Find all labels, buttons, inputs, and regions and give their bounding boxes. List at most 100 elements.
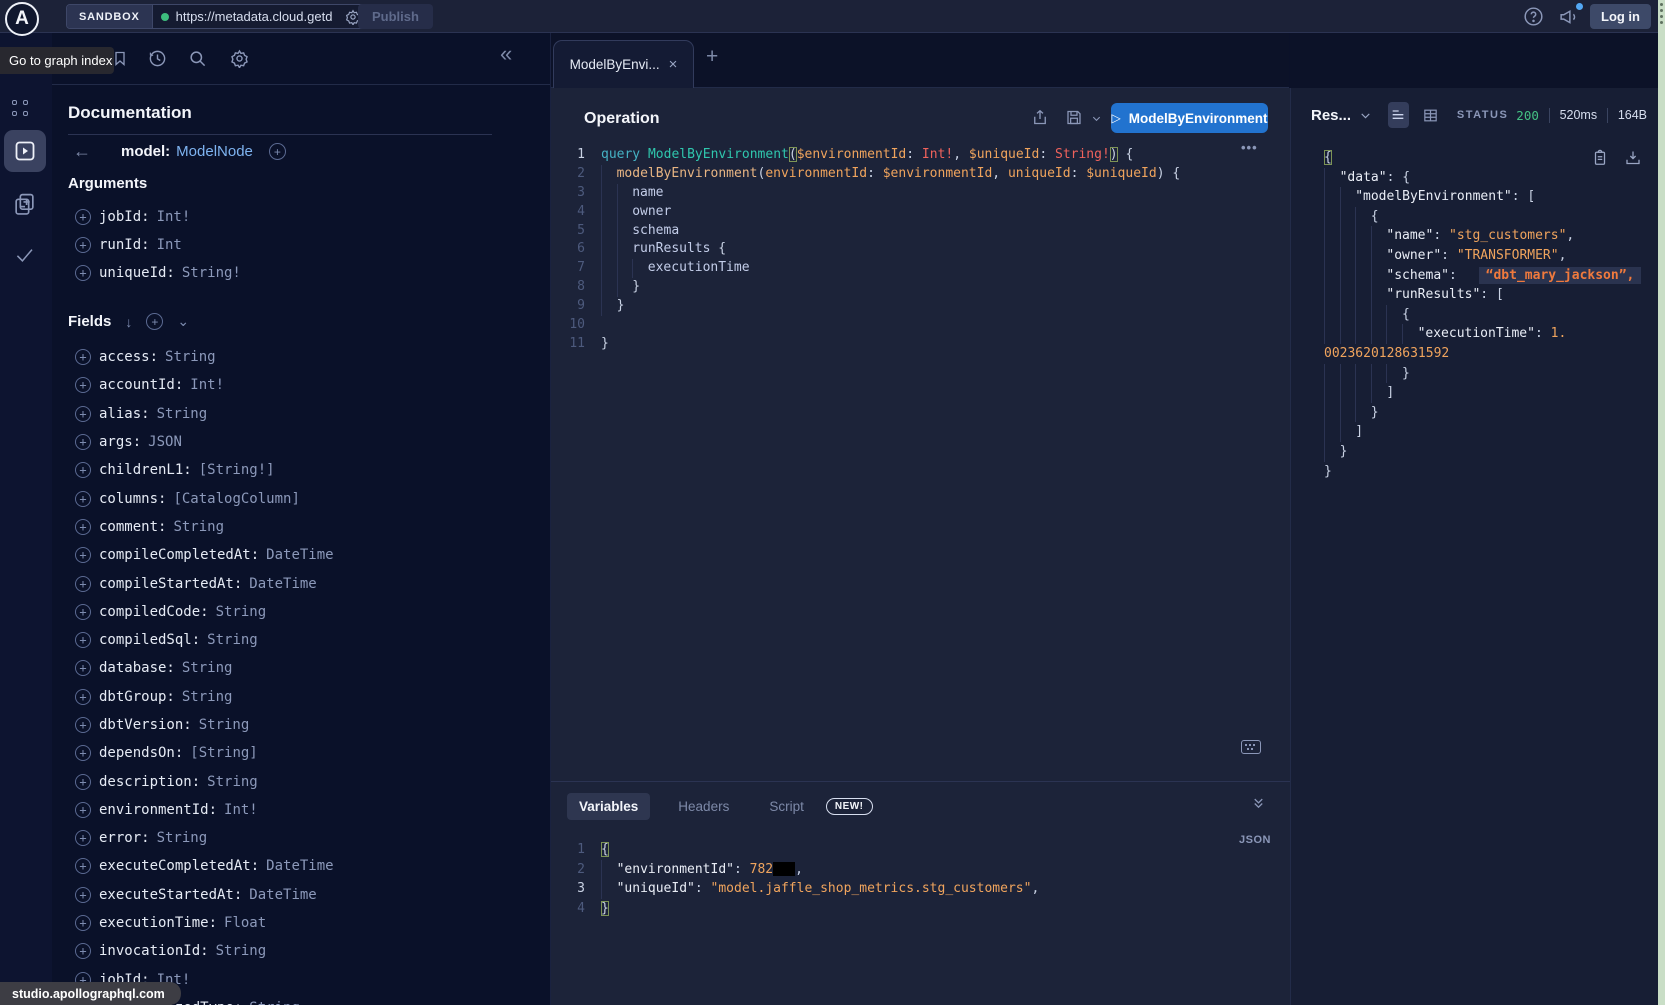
tab-close-icon[interactable]: × xyxy=(669,56,678,73)
response-chevron-icon[interactable] xyxy=(1359,109,1372,122)
field-type[interactable]: String xyxy=(173,519,224,535)
field-type[interactable]: String xyxy=(216,943,267,959)
add-all-fields-icon[interactable]: + xyxy=(146,313,163,330)
explorer-nav-item[interactable] xyxy=(4,130,46,172)
field-type[interactable]: String xyxy=(157,406,208,422)
schema-field-row[interactable]: +childrenL1:[String!] xyxy=(52,456,550,484)
add-field-icon[interactable]: + xyxy=(75,519,91,535)
code-line[interactable]: "data": { xyxy=(1324,168,1654,188)
code-line[interactable]: "owner": "TRANSFORMER", xyxy=(1324,246,1654,266)
schema-field-row[interactable]: +dependsOn:[String] xyxy=(52,739,550,767)
schema-field-row[interactable]: +compileCompletedAt:DateTime xyxy=(52,541,550,569)
type-link[interactable]: ModelNode xyxy=(176,143,253,160)
new-tab-button[interactable]: + xyxy=(706,45,718,69)
schema-field-row[interactable]: +runId:Int xyxy=(52,231,550,259)
code-line[interactable]: { xyxy=(1324,207,1654,227)
add-field-icon[interactable]: + xyxy=(75,576,91,592)
schema-field-row[interactable]: +columns:[CatalogColumn] xyxy=(52,484,550,512)
endpoint-url-input[interactable]: https://metadata.cloud.getd xyxy=(153,5,375,28)
add-field-icon[interactable]: + xyxy=(269,143,286,160)
announcements-megaphone-icon[interactable] xyxy=(1558,6,1580,27)
field-type[interactable]: DateTime xyxy=(266,858,333,874)
code-line[interactable]: 6runResults { xyxy=(551,240,1290,259)
add-field-icon[interactable]: + xyxy=(75,802,91,818)
schema-field-row[interactable]: +executeStartedAt:DateTime xyxy=(52,881,550,909)
code-line[interactable]: "executionTime": 1. xyxy=(1324,324,1654,344)
code-line[interactable]: ] xyxy=(1324,422,1654,442)
add-field-icon[interactable]: + xyxy=(75,491,91,507)
code-line[interactable]: { xyxy=(1324,305,1654,325)
variables-editor[interactable]: 1{2"environmentId": 782,3"uniqueId": "mo… xyxy=(551,840,1290,918)
code-line[interactable]: 3"uniqueId": "model.jaffle_shop_metrics.… xyxy=(551,879,1290,899)
operation-editor[interactable]: 1query ModelByEnvironment($environmentId… xyxy=(551,146,1290,354)
save-options-chevron-icon[interactable] xyxy=(1091,113,1102,124)
operation-collections-icon[interactable] xyxy=(12,191,37,217)
field-type[interactable]: Int! xyxy=(190,377,224,393)
schema-field-row[interactable]: +executeCompletedAt:DateTime xyxy=(52,852,550,880)
code-line[interactable]: 9} xyxy=(551,297,1290,316)
field-type[interactable]: [CatalogColumn] xyxy=(173,491,299,507)
add-field-icon[interactable]: + xyxy=(75,887,91,903)
code-line[interactable]: { xyxy=(1324,148,1654,168)
table-view-button[interactable] xyxy=(1422,107,1439,124)
field-type[interactable]: Int! xyxy=(157,209,191,225)
collapse-panel-icon[interactable] xyxy=(1251,796,1266,811)
field-type[interactable]: DateTime xyxy=(249,576,316,592)
back-arrow-icon[interactable]: ← xyxy=(73,141,91,162)
code-line[interactable]: "schema": “dbt_mary_jackson”, xyxy=(1324,266,1654,286)
code-line[interactable]: } xyxy=(1324,442,1654,462)
login-button[interactable]: Log in xyxy=(1590,4,1651,29)
code-line[interactable]: 3name xyxy=(551,184,1290,203)
extension-scroll-strip[interactable] xyxy=(1658,0,1665,1005)
code-line[interactable]: 1query ModelByEnvironment($environmentId… xyxy=(551,146,1290,165)
sort-icon[interactable]: ↓ xyxy=(125,314,132,330)
code-line[interactable]: 4} xyxy=(551,899,1290,919)
run-operation-button[interactable]: ▷ ModelByEnvironment xyxy=(1111,103,1268,133)
add-field-icon[interactable]: + xyxy=(75,745,91,761)
chevron-down-icon[interactable]: ⌄ xyxy=(177,313,189,330)
schema-field-row[interactable]: +args:JSON xyxy=(52,428,550,456)
field-type[interactable]: String xyxy=(165,349,216,365)
add-field-icon[interactable]: + xyxy=(75,349,91,365)
field-type[interactable]: String xyxy=(207,632,258,648)
code-line[interactable]: } xyxy=(1324,403,1654,423)
schema-field-row[interactable]: +compiledSql:String xyxy=(52,626,550,654)
tab-active[interactable]: ModelByEnvi... × xyxy=(553,40,694,88)
schema-field-row[interactable]: +error:String xyxy=(52,824,550,852)
field-type[interactable]: DateTime xyxy=(249,887,316,903)
add-field-icon[interactable]: + xyxy=(75,858,91,874)
schema-field-row[interactable]: +accountId:Int! xyxy=(52,371,550,399)
add-field-icon[interactable]: + xyxy=(75,660,91,676)
field-type[interactable]: Float xyxy=(224,915,266,931)
add-field-icon[interactable]: + xyxy=(75,774,91,790)
add-field-icon[interactable]: + xyxy=(75,632,91,648)
add-field-icon[interactable]: + xyxy=(75,689,91,705)
add-field-icon[interactable]: + xyxy=(75,717,91,733)
response-json-viewer[interactable]: {"data": {"modelByEnvironment": [{"name"… xyxy=(1324,148,1654,481)
add-field-icon[interactable]: + xyxy=(75,943,91,959)
add-field-icon[interactable]: + xyxy=(75,547,91,563)
add-field-icon[interactable]: + xyxy=(75,462,91,478)
bookmark-icon[interactable] xyxy=(112,49,128,68)
save-icon[interactable] xyxy=(1065,108,1083,127)
field-type[interactable]: Int xyxy=(157,237,182,253)
apollo-logo[interactable]: A xyxy=(5,2,39,36)
field-type[interactable]: String xyxy=(207,774,258,790)
share-icon[interactable] xyxy=(1031,108,1049,127)
schema-field-row[interactable]: +compiledCode:String xyxy=(52,598,550,626)
add-field-icon[interactable]: + xyxy=(75,209,91,225)
schema-field-row[interactable]: +environmentId:Int! xyxy=(52,796,550,824)
field-type[interactable]: DateTime xyxy=(266,547,333,563)
field-type[interactable]: Int! xyxy=(224,802,258,818)
field-type[interactable]: String xyxy=(182,660,233,676)
keyboard-shortcuts-icon[interactable] xyxy=(1241,740,1261,754)
graph-index-icon[interactable] xyxy=(12,100,29,117)
code-line[interactable]: } xyxy=(1324,462,1654,482)
code-line[interactable]: 5schema xyxy=(551,222,1290,241)
code-line[interactable]: 8} xyxy=(551,278,1290,297)
history-icon[interactable] xyxy=(148,49,167,68)
code-line[interactable]: "name": "stg_customers", xyxy=(1324,226,1654,246)
add-field-icon[interactable]: + xyxy=(75,377,91,393)
schema-field-row[interactable]: +database:String xyxy=(52,654,550,682)
schema-field-row[interactable]: +alias:String xyxy=(52,400,550,428)
